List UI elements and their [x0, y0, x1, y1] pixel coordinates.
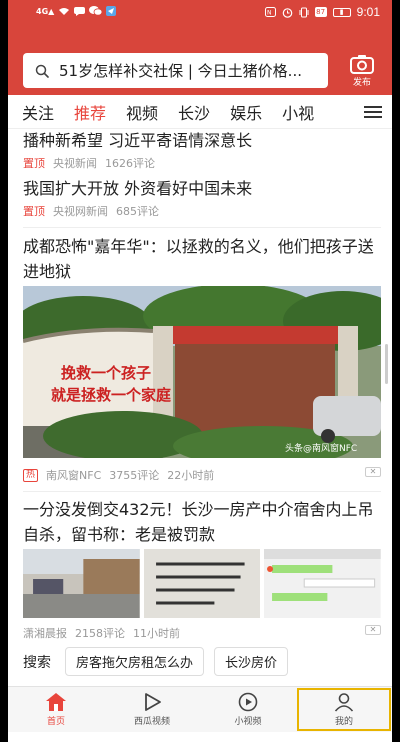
- news-meta-row: 潇湘晨报 2158评论 11小时前 ✕: [23, 623, 381, 641]
- search-bar[interactable]: 51岁怎样补交社保 | 今日土猪价格...: [23, 53, 328, 88]
- status-right-icons: N 87 ▮ 9:01: [264, 5, 380, 19]
- sign-text-2: 就是拯救一个家庭: [51, 386, 172, 404]
- news-item[interactable]: 我国扩大开放 外资看好中国未来 置顶 央视网新闻 685评论: [23, 177, 381, 219]
- vibrate-icon: [299, 7, 309, 17]
- app-header: 4G▲ N 87 ▮ 9:01 51岁怎样补交社保 | 今日土猪价格... 发布: [8, 0, 392, 95]
- tab-entertainment[interactable]: 娱乐: [230, 100, 262, 124]
- search-suggestion-text: 51岁怎样补交社保 | 今日土猪价格...: [59, 62, 302, 80]
- camera-icon: [350, 55, 374, 74]
- news-comments: 1626评论: [105, 157, 155, 170]
- tab-recommend[interactable]: 推荐: [74, 100, 106, 124]
- battery-icon: ▮: [332, 7, 351, 17]
- tab-changsha[interactable]: 长沙: [178, 100, 210, 124]
- news-item[interactable]: 播种新希望 习近平寄语情深意长 置顶 央视新闻 1626评论: [23, 129, 381, 171]
- nav-home-label: 首页: [46, 717, 65, 727]
- news-thumbnails[interactable]: [23, 549, 382, 618]
- home-icon: [46, 693, 66, 711]
- news-meta: 热 南风窗NFC 3755评论 22小时前: [23, 467, 381, 483]
- nav-xigua-label: 西瓜视频: [133, 717, 170, 727]
- news-item[interactable]: 一分没发倒交432元！长沙一房产中介宿舍内上吊自杀，留书称：老是被罚款: [23, 497, 381, 547]
- send-icon: [106, 6, 117, 16]
- news-item[interactable]: 成都恐怖"嘉年华"：以拯救的名义，他们把孩子送进地狱: [23, 234, 381, 284]
- phone-screen: 4G▲ N 87 ▮ 9:01 51岁怎样补交社保 | 今日土猪价格... 发布: [8, 0, 392, 742]
- thumbnail-street: [23, 549, 140, 618]
- gate-photo: 挽救一个孩子 就是拯救一个家庭 头条@南风窗NFC: [23, 286, 381, 458]
- image-watermark: 头条@南风窗NFC: [285, 442, 357, 454]
- related-search-label: 搜索: [23, 654, 51, 671]
- thumbnail-chat: [264, 549, 382, 618]
- hot-badge: 热: [23, 468, 39, 482]
- nav-small-video-label: 小视频: [234, 717, 262, 727]
- nav-home[interactable]: 首页: [8, 687, 104, 732]
- suggestion-pill[interactable]: 房客拖欠房租怎么办: [65, 647, 205, 676]
- nav-xigua-video[interactable]: 西瓜视频: [104, 687, 200, 732]
- search-icon: [35, 64, 49, 78]
- related-search-row: 搜索 房客拖欠房租怎么办 长沙房价: [23, 647, 289, 676]
- channel-tabs: 关注 推荐 视频 长沙 娱乐 小视: [8, 95, 392, 129]
- tab-follow[interactable]: 关注: [22, 100, 54, 124]
- news-title: 播种新希望 习近平寄语情深意长: [23, 131, 253, 150]
- user-icon: [334, 693, 354, 712]
- wechat-icon: [89, 6, 103, 16]
- news-feed: 播种新希望 习近平寄语情深意长 置顶 央视新闻 1626评论 我国扩大开放 外资…: [8, 129, 392, 685]
- status-left-icons: 4G▲: [36, 6, 117, 16]
- news-time: 22小时前: [167, 469, 215, 482]
- news-source: 央视新闻: [53, 157, 97, 170]
- nav-small-video[interactable]: 小视频: [200, 687, 296, 732]
- dislike-close-icon[interactable]: ✕: [365, 467, 381, 477]
- feed-scrollbar[interactable]: [385, 344, 388, 384]
- news-comments: 2158评论: [75, 627, 125, 640]
- alarm-icon: [282, 7, 292, 18]
- tab-small-video[interactable]: 小视: [282, 100, 314, 124]
- news-source: 潇湘晨报: [23, 627, 67, 640]
- news-title: 一分没发倒交432元！长沙一房产中介宿舍内上吊自杀，留书称：老是被罚款: [23, 500, 374, 544]
- news-comments: 3755评论: [109, 469, 160, 482]
- nav-mine-label: 我的: [334, 717, 353, 727]
- clock-time: 9:01: [356, 5, 380, 19]
- video-icon: [238, 692, 258, 712]
- dislike-close-icon[interactable]: ✕: [365, 625, 381, 635]
- news-meta: 潇湘晨报 2158评论 11小时前: [23, 625, 381, 641]
- news-title: 成都恐怖"嘉年华"：以拯救的名义，他们把孩子送进地狱: [23, 237, 374, 281]
- sign-text-1: 挽救一个孩子: [61, 364, 151, 382]
- play-icon: [145, 693, 161, 711]
- publish-label: 发布: [352, 78, 371, 88]
- svg-text:N: N: [267, 10, 272, 17]
- message-icon: [74, 6, 86, 16]
- news-image[interactable]: 挽救一个孩子 就是拯救一个家庭 头条@南风窗NFC: [23, 286, 381, 458]
- news-source: 南风窗NFC: [46, 469, 102, 482]
- news-meta: 置顶 央视新闻 1626评论: [23, 155, 381, 171]
- divider: [23, 227, 381, 228]
- nfc-icon: N: [264, 7, 276, 17]
- news-comments: 685评论: [116, 205, 159, 218]
- thumbnail-note: [143, 549, 261, 618]
- bottom-navigation: 首页 西瓜视频 小视频 我的: [8, 686, 392, 732]
- nav-mine[interactable]: 我的: [296, 687, 392, 732]
- tab-video[interactable]: 视频: [126, 100, 158, 124]
- suggestion-pill[interactable]: 长沙房价: [214, 647, 289, 676]
- news-time: 11小时前: [133, 627, 180, 640]
- wifi-icon: [59, 7, 70, 15]
- news-title: 我国扩大开放 外资看好中国未来: [23, 179, 253, 198]
- news-source: 央视网新闻: [53, 205, 108, 218]
- status-bar: 4G▲ N 87 ▮ 9:01: [8, 0, 392, 26]
- divider: [23, 491, 381, 492]
- news-meta: 置顶 央视网新闻 685评论: [23, 203, 381, 219]
- signal-icon: 4G▲: [36, 6, 55, 16]
- battery-indicator: 87: [314, 7, 327, 17]
- pinned-label: 置顶: [23, 205, 45, 218]
- channel-menu-icon[interactable]: [364, 103, 382, 121]
- pinned-label: 置顶: [23, 157, 45, 170]
- news-meta-row: 热 南风窗NFC 3755评论 22小时前 ✕: [23, 465, 381, 483]
- publish-button[interactable]: 发布: [344, 54, 380, 92]
